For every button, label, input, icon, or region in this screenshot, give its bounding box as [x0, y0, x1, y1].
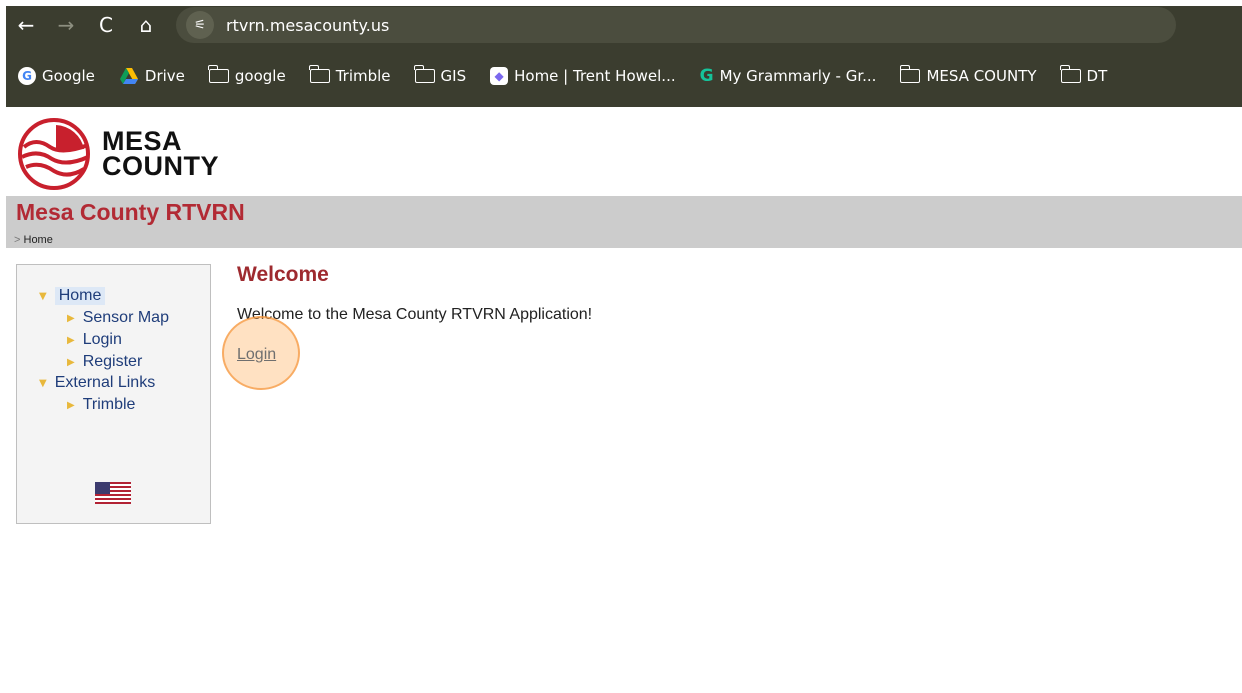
address-bar[interactable]: ⚟ rtvrn.mesacounty.us	[176, 7, 1176, 43]
logo-wordmark: MESA COUNTY	[102, 128, 219, 181]
sidebar-item-sensor-map[interactable]: ▶ Sensor Map	[67, 309, 169, 327]
breadcrumb: > Home	[14, 234, 53, 246]
sidebar-nav: ▼ Home ▶ Sensor Map ▶ Login ▶ Register ▼…	[16, 264, 211, 524]
sidebar-item-label: Trimble	[82, 396, 136, 413]
bookmark-label: Drive	[144, 66, 185, 85]
welcome-text: Welcome to the Mesa County RTVRN Applica…	[237, 306, 593, 323]
bullet-arrow-icon: ▶	[67, 399, 75, 411]
folder-icon	[1059, 64, 1081, 83]
sidebar-item-trimble[interactable]: ▶ Trimble	[67, 396, 135, 414]
expanded-arrow-icon: ▼	[39, 290, 47, 302]
sidebar-item-external-links[interactable]: ▼ External Links	[39, 374, 155, 392]
sidebar-item-home[interactable]: ▼ Home	[39, 287, 106, 305]
browser-toolbar: ← → C ⌂ ⚟ rtvrn.mesacounty.us	[6, 6, 1242, 44]
bookmark-label: GIS	[440, 66, 467, 85]
sidebar-item-register[interactable]: ▶ Register	[67, 353, 142, 371]
google-icon: G	[18, 66, 36, 85]
home-icon[interactable]: ⌂	[126, 6, 166, 44]
bookmark-clickup-home[interactable]: ◆ Home | Trent Howel...	[490, 66, 676, 85]
site-title: Mesa County RTVRN	[16, 199, 245, 225]
bullet-arrow-icon: ▶	[67, 334, 75, 346]
folder-icon	[208, 64, 229, 83]
url-text: rtvrn.mesacounty.us	[226, 15, 390, 35]
breadcrumb-home[interactable]: Home	[24, 234, 53, 246]
page-heading: Welcome	[237, 263, 329, 286]
bookmark-folder-trimble[interactable]: Trimble	[309, 64, 391, 85]
login-link[interactable]: Login	[237, 346, 276, 364]
sidebar-item-label: External Links	[54, 374, 156, 391]
bullet-arrow-icon: ▶	[67, 356, 75, 368]
sidebar-item-login[interactable]: ▶ Login	[67, 331, 122, 349]
mesa-county-logo[interactable]: MESA COUNTY	[16, 117, 226, 191]
sidebar-item-label: Home	[54, 287, 106, 305]
bookmark-label: DT	[1086, 66, 1108, 85]
bookmark-label: Google	[42, 66, 95, 85]
folder-icon	[309, 64, 330, 83]
site-header-bar: Mesa County RTVRN > Home	[6, 196, 1242, 248]
folder-icon	[899, 64, 921, 83]
bookmark-grammarly[interactable]: G My Grammarly - Gr...	[700, 66, 877, 86]
bookmark-label: MESA COUNTY	[926, 66, 1037, 85]
sidebar-item-label: Login	[82, 331, 122, 348]
site-info-icon[interactable]: ⚟	[186, 11, 214, 39]
back-icon[interactable]: ←	[6, 6, 46, 44]
sidebar-item-label: Register	[82, 353, 143, 370]
sidebar-item-label: Sensor Map	[82, 309, 169, 326]
reload-icon[interactable]: C	[86, 6, 126, 44]
grammarly-icon: G	[699, 65, 714, 86]
drive-icon	[119, 67, 139, 85]
bullet-arrow-icon: ▶	[67, 312, 75, 324]
expanded-arrow-icon: ▼	[39, 377, 47, 389]
logo-emblem-icon	[18, 118, 90, 190]
bookmark-label: Home | Trent Howel...	[514, 66, 676, 85]
bookmark-folder-mesa-county[interactable]: MESA COUNTY	[899, 64, 1037, 85]
bookmark-drive[interactable]: Drive	[119, 67, 185, 85]
bookmarks-bar: G Google Drive google Trimble GIS ◆ Home…	[6, 44, 1242, 107]
folder-icon	[413, 64, 435, 83]
us-flag-icon[interactable]	[95, 482, 131, 504]
clickup-icon: ◆	[490, 66, 509, 85]
logo-line-2: COUNTY	[102, 151, 219, 181]
bookmark-folder-gis[interactable]: GIS	[413, 64, 467, 85]
bookmark-folder-google[interactable]: google	[208, 64, 286, 85]
bookmark-google[interactable]: G Google	[18, 66, 95, 85]
breadcrumb-separator: >	[14, 234, 21, 246]
bookmark-label: google	[234, 66, 286, 85]
forward-icon[interactable]: →	[46, 6, 86, 44]
bookmark-folder-dt[interactable]: DT	[1059, 64, 1108, 85]
bookmark-label: Trimble	[335, 66, 391, 85]
bookmark-label: My Grammarly - Gr...	[719, 66, 877, 85]
